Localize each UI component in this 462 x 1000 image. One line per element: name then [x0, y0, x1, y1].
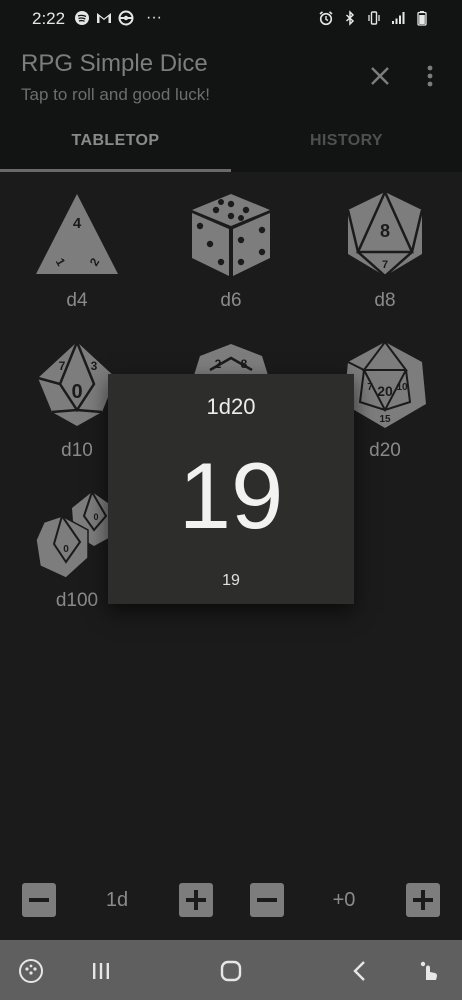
navigation-bar [0, 940, 462, 1000]
app-bar: RPG Simple Dice Tap to roll and good luc… [0, 40, 462, 172]
touch-assist-icon[interactable] [416, 958, 442, 984]
gmail-icon [97, 13, 111, 23]
roll-result: 19 [178, 443, 284, 548]
overflow-menu-icon[interactable] [418, 64, 442, 88]
app-title: RPG Simple Dice [21, 50, 208, 77]
alarm-icon [319, 11, 333, 26]
minus-icon [29, 898, 49, 902]
d6-icon [192, 194, 270, 276]
svg-text:0: 0 [63, 544, 69, 555]
tab-history[interactable]: HISTORY [231, 132, 462, 172]
spotify-icon [75, 11, 89, 25]
svg-text:7: 7 [59, 359, 66, 373]
die-label-d4: d4 [66, 290, 88, 311]
svg-text:7: 7 [367, 382, 373, 393]
d8-icon: 8 7 [346, 191, 424, 278]
roll-result-dialog[interactable]: 1d20 19 19 [108, 374, 354, 604]
dice-count-value: 1d [105, 889, 129, 911]
increase-dice-count-button[interactable] [179, 883, 213, 917]
minus-icon [257, 898, 277, 902]
pokeball-icon [118, 10, 134, 26]
more-dots-icon: ··· [146, 9, 162, 26]
home-icon[interactable] [218, 958, 244, 984]
svg-text:15: 15 [379, 414, 391, 425]
vibrate-icon [368, 11, 380, 25]
close-icon[interactable] [368, 64, 392, 88]
die-d4[interactable]: 4 1 2 d4 [12, 190, 142, 330]
svg-text:20: 20 [377, 383, 393, 399]
svg-text:8: 8 [380, 221, 390, 241]
svg-text:7: 7 [382, 259, 388, 271]
svg-text:3: 3 [91, 359, 98, 373]
status-bar: 2:22 ··· [0, 0, 462, 40]
status-time: 2:22 [32, 9, 66, 28]
die-d6[interactable]: d6 [166, 190, 296, 330]
die-label-d8: d8 [374, 290, 396, 311]
game-launcher-icon[interactable] [18, 958, 44, 984]
die-label-d6: d6 [220, 290, 242, 311]
bluetooth-icon [345, 10, 355, 26]
svg-text:4: 4 [73, 215, 82, 232]
tab-tabletop[interactable]: TABLETOP [0, 132, 231, 172]
decrease-modifier-button[interactable] [250, 883, 284, 917]
battery-icon [417, 11, 427, 26]
decrease-dice-count-button[interactable] [22, 883, 56, 917]
recent-apps-icon[interactable] [88, 958, 114, 984]
die-d8[interactable]: 8 7 d8 [320, 190, 450, 330]
roll-detail: 19 [222, 572, 240, 589]
svg-text:2: 2 [215, 357, 222, 371]
modifier-value: +0 [332, 889, 356, 911]
increase-modifier-button[interactable] [406, 883, 440, 917]
back-icon[interactable] [348, 958, 374, 984]
app-subtitle: Tap to roll and good luck! [21, 85, 211, 104]
svg-text:0: 0 [93, 512, 98, 522]
tab-indicator [0, 169, 231, 172]
roll-formula: 1d20 [206, 394, 256, 419]
svg-text:10: 10 [396, 382, 408, 393]
svg-text:8: 8 [241, 357, 248, 371]
signal-icon [392, 12, 405, 24]
svg-text:0: 0 [71, 381, 82, 403]
d4-icon: 4 1 2 [36, 194, 118, 274]
